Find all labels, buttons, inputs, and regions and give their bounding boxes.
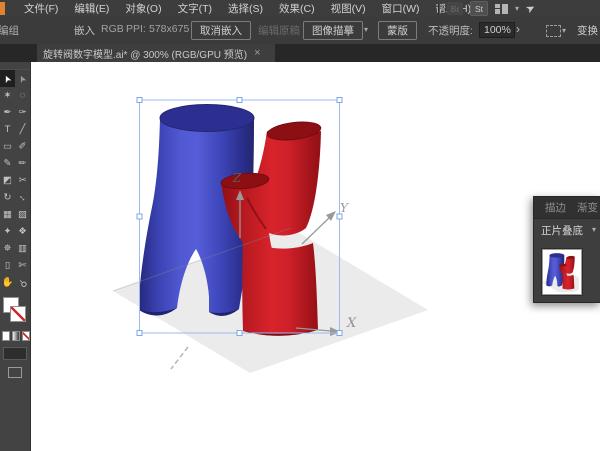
transparency-panel: 描边 渐变 正片叠底 ▾ bbox=[533, 196, 600, 303]
rotate-tool[interactable]: ↻ bbox=[0, 189, 15, 206]
chevron-down-icon: ▾ bbox=[591, 225, 596, 234]
graph-tool[interactable]: ▥ bbox=[15, 240, 30, 257]
transform-label[interactable]: 变换 bbox=[577, 23, 598, 38]
scale-tool[interactable]: ↔ bbox=[15, 189, 30, 206]
mask-button[interactable]: 蒙版 bbox=[378, 21, 417, 40]
share-icon[interactable]: ➤ bbox=[524, 1, 538, 16]
direct-selection-tool[interactable]: ➤ bbox=[15, 70, 30, 87]
tab-stroke[interactable]: 描边 bbox=[545, 200, 566, 215]
fill-stroke-indicator[interactable] bbox=[0, 297, 30, 329]
ppi-value: 578x675 bbox=[149, 23, 190, 35]
stroke-swatch-none[interactable] bbox=[10, 306, 26, 322]
panel-tab-strip: 描边 渐变 bbox=[534, 197, 600, 219]
menu-view[interactable]: 视图(V) bbox=[323, 1, 374, 16]
scissors-tool[interactable]: ✂ bbox=[15, 172, 30, 189]
workspace-switcher-icon[interactable] bbox=[495, 3, 508, 14]
stock-icon[interactable]: St bbox=[470, 1, 488, 16]
color-mode-label: RGB bbox=[101, 23, 124, 35]
hand-tool[interactable]: ✋ bbox=[0, 274, 15, 291]
document-tab-bar: 旋转阀数字模型.ai* @ 300% (RGB/GPU 预览) × bbox=[0, 44, 600, 62]
thumbnail-preview bbox=[543, 253, 579, 292]
menu-bar: 文件(F) 编辑(E) 对象(O) 文字(T) 选择(S) 效果(C) 视图(V) 窗口(W)… bbox=[0, 0, 600, 17]
tools-panel: ➤ ➤ ✶ ◌ ✒ ✑ T ╱ ▭ ✐ ✎ ✏ ◩ ✂ ↻ ↔ ▦ ▧ ✦ ❖ … bbox=[0, 62, 31, 451]
screen-mode-button[interactable] bbox=[8, 367, 22, 378]
select-similar-icon[interactable] bbox=[546, 25, 561, 37]
blend-mode-value: 正片叠底 bbox=[541, 224, 583, 237]
symbol-sprayer-tool[interactable]: ✵ bbox=[0, 240, 15, 257]
line-segment-tool[interactable]: ╱ bbox=[15, 121, 30, 138]
select-similar-chevron-icon[interactable]: ▾ bbox=[562, 27, 566, 35]
tab-gradient[interactable]: 渐变 bbox=[577, 200, 598, 215]
draw-mode-button[interactable] bbox=[3, 347, 27, 360]
slice-tool[interactable]: ✄ bbox=[15, 257, 30, 274]
none-button[interactable] bbox=[22, 331, 30, 341]
opacity-value-field[interactable]: 100% bbox=[479, 22, 515, 38]
app-logo-icon[interactable] bbox=[0, 2, 5, 15]
divider bbox=[438, 2, 440, 15]
menu-window[interactable]: 窗口(W) bbox=[374, 1, 428, 16]
menu-edit[interactable]: 编辑(E) bbox=[66, 1, 117, 16]
pencil-tool[interactable]: ✎ bbox=[0, 155, 15, 172]
close-icon[interactable]: × bbox=[254, 47, 260, 59]
ppi-label: PPI: bbox=[126, 23, 146, 35]
chevron-down-icon[interactable]: ▾ bbox=[515, 4, 519, 13]
tool-grid: ➤ ➤ ✶ ◌ ✒ ✑ T ╱ ▭ ✐ ✎ ✏ ◩ ✂ ↻ ↔ ▦ ▧ ✦ ❖ … bbox=[0, 70, 30, 291]
magic-wand-tool[interactable]: ✶ bbox=[0, 87, 15, 104]
gradient-button[interactable] bbox=[12, 331, 20, 341]
tools-panel-grip[interactable] bbox=[0, 62, 30, 70]
selection-type-label: 编组 bbox=[0, 25, 19, 37]
image-trace-button[interactable]: 图像描摹 bbox=[303, 21, 363, 40]
opacity-chevron-icon[interactable]: › bbox=[516, 22, 520, 36]
menu-file[interactable]: 文件(F) bbox=[16, 1, 66, 16]
color-button[interactable] bbox=[2, 331, 10, 341]
edit-original-button[interactable]: 编辑原稿 bbox=[258, 23, 300, 38]
document-title: 旋转阀数字模型.ai* @ 300% (RGB/GPU 预览) bbox=[43, 49, 248, 61]
menu-effect[interactable]: 效果(C) bbox=[271, 1, 323, 16]
type-tool[interactable]: T bbox=[0, 121, 15, 138]
object-thumbnail[interactable] bbox=[541, 248, 583, 296]
gradient-tool[interactable]: ▧ bbox=[15, 206, 30, 223]
eraser-tool[interactable]: ◩ bbox=[0, 172, 15, 189]
opacity-label: 不透明度: bbox=[428, 25, 473, 37]
menu-select[interactable]: 选择(S) bbox=[220, 1, 271, 16]
curvature-tool[interactable]: ✑ bbox=[15, 104, 30, 121]
selection-tool[interactable]: ➤ bbox=[0, 70, 15, 87]
blend-tool[interactable]: ✦ bbox=[0, 223, 15, 240]
artboard-tool[interactable]: ▯ bbox=[0, 257, 15, 274]
rectangle-tool[interactable]: ▭ bbox=[0, 138, 15, 155]
shaper-tool[interactable]: ✏ bbox=[15, 155, 30, 172]
pen-tool[interactable]: ✒ bbox=[0, 104, 15, 121]
artboard[interactable] bbox=[30, 62, 600, 451]
menus: 文件(F) 编辑(E) 对象(O) 文字(T) 选择(S) 效果(C) 视图(V) 窗口(W)… bbox=[16, 1, 479, 16]
embed-status-label: 嵌入 bbox=[74, 25, 95, 37]
unembed-button[interactable]: 取消嵌入 bbox=[191, 21, 251, 40]
control-bar: 编组 嵌入 RGB PPI: 578x675 取消嵌入 编辑原稿 图像描摹 ▾ … bbox=[0, 17, 600, 45]
lasso-tool[interactable]: ◌ bbox=[15, 87, 30, 104]
menu-object[interactable]: 对象(O) bbox=[117, 1, 169, 16]
menu-type[interactable]: 文字(T) bbox=[170, 1, 220, 16]
zoom-tool[interactable]: ⚲ bbox=[15, 274, 30, 291]
mesh-tool[interactable]: ▦ bbox=[0, 206, 15, 223]
shape-builder-tool[interactable]: ❖ bbox=[15, 223, 30, 240]
bridge-icon[interactable]: Br bbox=[447, 2, 463, 15]
paintbrush-tool[interactable]: ✐ bbox=[15, 138, 30, 155]
document-tab[interactable]: 旋转阀数字模型.ai* @ 300% (RGB/GPU 预览) × bbox=[37, 44, 275, 62]
image-trace-chevron-icon[interactable]: ▾ bbox=[364, 26, 368, 34]
blend-mode-dropdown[interactable]: 正片叠底 ▾ bbox=[534, 219, 600, 241]
